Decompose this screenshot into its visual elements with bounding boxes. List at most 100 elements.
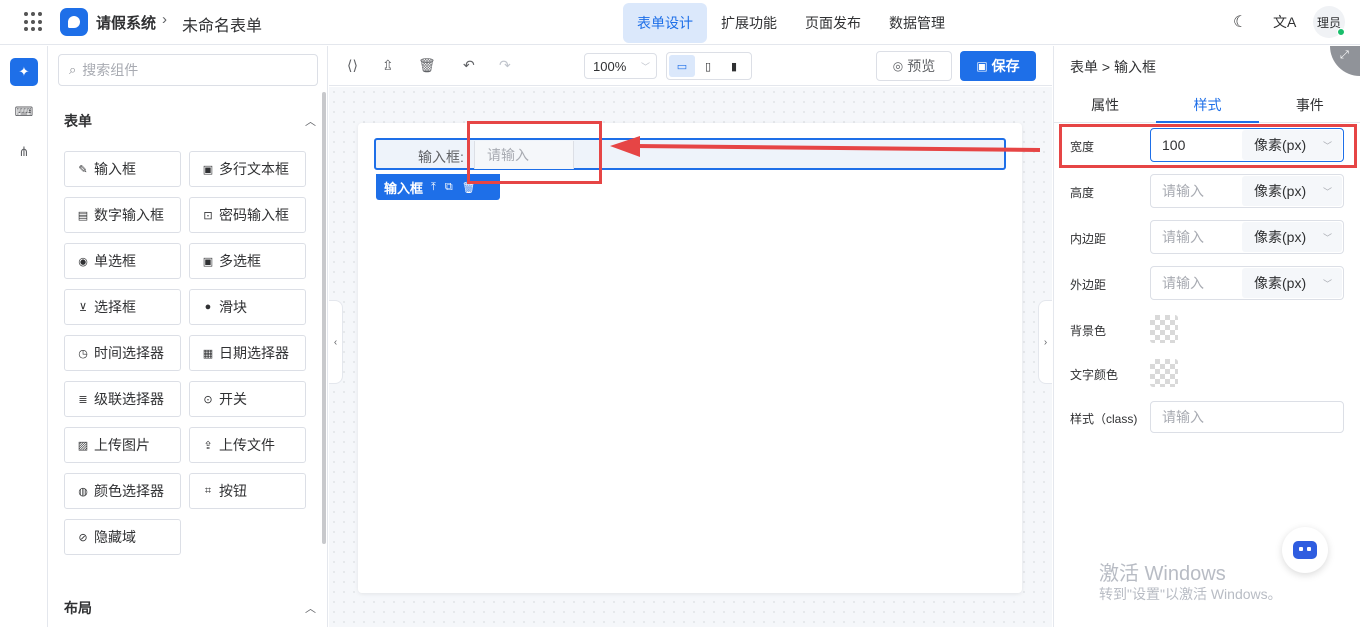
props-breadcrumb: 表单 > 输入框 (1070, 59, 1156, 75)
comp-label: 数字输入框 (94, 207, 164, 223)
preview-button[interactable]: ◎ 预览 (876, 51, 952, 81)
padding-unit-select[interactable]: 像素(px) ﹀ (1242, 222, 1342, 252)
height-input[interactable] (1162, 183, 1242, 199)
redo-icon[interactable]: ↷ (499, 57, 511, 74)
tab-style[interactable]: 样式 (1156, 93, 1259, 123)
padding-input[interactable] (1162, 229, 1242, 245)
unit-label: 像素(px) (1254, 229, 1307, 245)
margin-field[interactable]: 像素(px) ﹀ (1150, 266, 1344, 300)
comp-upload-file[interactable]: ⇪ 上传文件 (189, 427, 306, 463)
tab-form-design[interactable]: 表单设计 (623, 2, 707, 43)
code-icon[interactable]: ⌨ (10, 98, 38, 126)
cascader-icon: ≣ (78, 393, 88, 406)
preview-label: 预览 (907, 58, 936, 74)
comp-upload-image[interactable]: ▨ 上传图片 (64, 427, 181, 463)
comp-checkbox[interactable]: ▣ 多选框 (189, 243, 306, 279)
section-title: 表单 (64, 113, 92, 129)
field-label: 输入框: (418, 149, 464, 165)
comp-color[interactable]: ◍ 颜色选择器 (64, 473, 181, 509)
search-box[interactable]: ⌕ (58, 54, 318, 86)
comp-hidden[interactable]: ⊘ 隐藏域 (64, 519, 181, 555)
margin-input[interactable] (1162, 275, 1242, 291)
watermark-title: 激活 Windows (1099, 563, 1226, 585)
chevron-up-icon[interactable]: ︿ (305, 113, 316, 129)
comp-time[interactable]: ◷ 时间选择器 (64, 335, 181, 371)
class-input[interactable] (1162, 409, 1332, 425)
moon-icon[interactable]: ☾ (1233, 12, 1247, 32)
bg-color-label: 背景色 (1070, 324, 1107, 338)
tree-icon[interactable]: ⋔ (10, 138, 38, 166)
tab-extensions[interactable]: 扩展功能 (707, 3, 791, 43)
avatar[interactable]: 理员 (1313, 6, 1345, 38)
user-name: 理员 (1316, 15, 1341, 30)
comp-label: 选择框 (94, 299, 136, 315)
comp-label: 上传图片 (94, 437, 150, 453)
tab-events[interactable]: 事件 (1259, 93, 1360, 122)
padding-field[interactable]: 像素(px) ﹀ (1150, 220, 1344, 254)
tab-data-management[interactable]: 数据管理 (875, 3, 959, 43)
undo-icon[interactable]: ↶ (463, 57, 475, 74)
puzzle-icon[interactable]: ✦ (10, 58, 38, 86)
comp-cascader[interactable]: ≣ 级联选择器 (64, 381, 181, 417)
margin-unit-select[interactable]: 像素(px) ﹀ (1242, 268, 1342, 298)
comp-password[interactable]: ⊡ 密码输入框 (189, 197, 306, 233)
collapse-right-icon[interactable]: › (1038, 300, 1052, 384)
section-layout-header[interactable]: 布局 ︿ (64, 596, 316, 620)
trash-icon[interactable]: 🗑 (418, 57, 436, 74)
comp-date[interactable]: ▦ 日期选择器 (189, 335, 306, 371)
checkbox-icon: ▣ (202, 255, 214, 268)
app-grid-icon[interactable] (24, 12, 44, 32)
annotation-arrow (610, 136, 1041, 157)
panel-scrollbar[interactable] (322, 92, 326, 544)
text-color-picker[interactable] (1150, 359, 1178, 387)
upload-icon: ⇪ (203, 439, 213, 452)
annotation-box-width (1059, 124, 1357, 168)
code-view-icon[interactable]: ⟨⟩ (347, 57, 358, 74)
comp-button[interactable]: ⌗ 按钮 (189, 473, 306, 509)
save-label: 保存 (991, 58, 1020, 74)
assistant-bot-button[interactable] (1282, 527, 1328, 573)
move-top-icon[interactable]: ⤒ (431, 181, 436, 194)
height-field[interactable]: 像素(px) ﹀ (1150, 174, 1344, 208)
section-form-header[interactable]: 表单 ︿ (64, 109, 316, 133)
export-icon[interactable]: ⇫ (382, 57, 394, 74)
padding-value-wrap (1151, 229, 1242, 245)
comp-label: 开关 (219, 391, 247, 407)
class-field[interactable] (1150, 401, 1344, 433)
height-value-wrap (1151, 183, 1242, 199)
tab-attributes[interactable]: 属性 (1054, 93, 1156, 122)
copy-icon[interactable]: ⧉ (445, 181, 453, 194)
bg-color-picker[interactable] (1150, 315, 1178, 343)
chevron-down-icon: ﹀ (1322, 186, 1332, 197)
component-grid: ✎ 输入框 ▣ 多行文本框 ▤ 数字输入框 ⊡ 密码输入框 ◉ 单选框 ▣ 多选框 ⊻ 选择框… (64, 151, 306, 555)
radio-icon: ◉ (78, 255, 88, 268)
search-icon: ⌕ (69, 62, 77, 77)
comp-textarea[interactable]: ▣ 多行文本框 (189, 151, 306, 187)
comp-label: 多行文本框 (219, 161, 289, 177)
comp-label: 滑块 (219, 299, 247, 315)
image-icon: ▨ (77, 439, 89, 452)
comp-radio[interactable]: ◉ 单选框 (64, 243, 181, 279)
app-logo (60, 8, 88, 36)
desktop-icon[interactable]: ▭ (669, 55, 695, 77)
comp-slider[interactable]: ● 滑块 (189, 289, 306, 325)
height-unit-select[interactable]: 像素(px) ﹀ (1242, 176, 1342, 206)
comp-number[interactable]: ▤ 数字输入框 (64, 197, 181, 233)
tab-publish[interactable]: 页面发布 (791, 3, 875, 43)
save-button[interactable]: ▣ 保存 (960, 51, 1036, 81)
left-rail: ✦ ⌨ ⋔ (0, 46, 48, 627)
zoom-select[interactable]: 100% ﹀ (584, 53, 657, 79)
collapse-left-icon[interactable]: ‹ (329, 300, 343, 384)
search-input[interactable] (82, 62, 303, 78)
tablet-icon[interactable]: ▯ (695, 55, 721, 77)
phone-icon[interactable]: ▮ (721, 55, 747, 77)
palette-icon: ◍ (78, 485, 88, 498)
comp-input[interactable]: ✎ 输入框 (64, 151, 181, 187)
chevron-up-icon[interactable]: ︿ (305, 600, 316, 616)
comp-select[interactable]: ⊻ 选择框 (64, 289, 181, 325)
comp-label: 密码输入框 (219, 207, 289, 223)
translate-icon[interactable]: 文A (1273, 12, 1296, 32)
comp-switch[interactable]: ⊙ 开关 (189, 381, 306, 417)
height-label: 高度 (1070, 186, 1095, 200)
number-icon: ▤ (77, 209, 89, 222)
